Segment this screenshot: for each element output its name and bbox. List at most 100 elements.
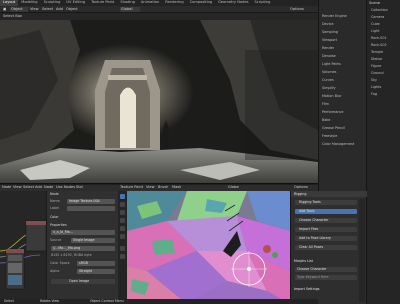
outliner-item[interactable]: Sky	[371, 78, 400, 83]
filepath-value: //...Ma..._Ma.png	[53, 246, 81, 250]
node-add-menu[interactable]: Add	[35, 185, 42, 190]
draw-tool-icon[interactable]	[120, 194, 125, 199]
select-menu[interactable]: Select	[42, 7, 53, 12]
view-menu[interactable]: View	[30, 7, 39, 12]
npanel-button-label: Import Files	[299, 227, 319, 231]
paint-options-menu[interactable]: Options	[294, 185, 308, 190]
properties-section[interactable]: Properties	[50, 223, 67, 228]
viewport-tool-header: Select Box	[0, 13, 318, 20]
import-settings-section[interactable]: Import Settings	[294, 287, 320, 292]
outliner-item[interactable]: Figure	[371, 64, 400, 69]
outliner-item[interactable]: Collection	[371, 8, 400, 13]
outliner-item[interactable]: Rock.002	[371, 43, 400, 48]
properties-section[interactable]: Film	[322, 102, 366, 107]
node-sidebar: Node Name Image Texture.004 Label Color …	[46, 191, 118, 304]
source-label: Source	[50, 238, 62, 242]
options-menu[interactable]: Options	[290, 7, 304, 12]
outliner-title: Scene	[369, 1, 380, 5]
node-graph	[0, 191, 47, 304]
clone-tool-icon[interactable]	[120, 218, 125, 223]
node-section-title: Node	[50, 192, 59, 196]
properties-section[interactable]: Sampling	[322, 30, 366, 35]
outliner-item[interactable]: Ground	[371, 71, 400, 76]
smear-tool-icon[interactable]	[120, 210, 125, 215]
mask-tool-icon[interactable]	[120, 234, 125, 239]
node-canvas[interactable]	[0, 191, 47, 304]
outliner-item[interactable]: Lights	[371, 85, 400, 90]
properties-section[interactable]: Device	[322, 22, 366, 27]
morphs-list-section[interactable]: Morphs List	[294, 259, 313, 264]
mode-select[interactable]: Object	[10, 7, 28, 12]
properties-section[interactable]: Simplify	[322, 86, 366, 91]
keyword-placeholder: Type Keyword Here	[297, 275, 329, 279]
color-space-label: Color Space	[50, 261, 70, 265]
alpha-label: Alpha	[50, 269, 60, 273]
use-nodes-toggle[interactable]: Use Nodes	[56, 185, 75, 190]
paint-mask-menu[interactable]: Mask	[172, 185, 181, 190]
choose-character-value: Choose Character	[297, 267, 327, 271]
name-label: Name	[50, 199, 60, 203]
select-box-tool[interactable]: Select Box	[3, 14, 22, 19]
3d-viewport[interactable]	[0, 20, 318, 183]
properties-section[interactable]: Color Management	[322, 142, 366, 147]
outliner-item[interactable]: Cube	[371, 22, 400, 27]
properties-section[interactable]: Bake	[322, 118, 366, 123]
n-sidebar-panel: Rigging Rigging Tools Add Tools Choose Cha…	[290, 191, 367, 304]
image-value: v_a_bl_Ma...	[53, 230, 73, 234]
outliner-item[interactable]: Rock.001	[371, 36, 400, 41]
properties-section[interactable]: Render	[322, 46, 366, 51]
properties-section[interactable]: Viewport	[322, 38, 366, 43]
npanel-button-label: Choose Character	[299, 218, 329, 222]
status-bar: Select Rotate View Object Context Menu	[0, 299, 318, 304]
outliner-item[interactable]: Camera	[371, 15, 400, 20]
node-label-field[interactable]	[67, 206, 115, 211]
npanel-button-label: Add Tools	[299, 209, 315, 213]
node-menu[interactable]: Node	[2, 185, 11, 190]
outliner: Scene Collection Camera Cube Light Rock.001 R…	[366, 0, 400, 304]
npanel-title: Rigging	[294, 192, 307, 196]
properties-section[interactable]: Volumes	[322, 70, 366, 75]
texture-paint-viewport[interactable]	[127, 191, 290, 304]
paint-transform-select[interactable]: Global	[228, 185, 239, 190]
measure-tool-icon[interactable]	[120, 254, 125, 259]
paint-canvas	[127, 191, 290, 304]
add-menu[interactable]: Add	[56, 7, 63, 12]
properties-section[interactable]: Render Engine	[322, 14, 366, 19]
properties-section[interactable]: Performance	[322, 110, 366, 115]
color-space-value: sRGB	[79, 261, 88, 265]
render-preview	[0, 20, 318, 183]
source-value: Single Image	[73, 238, 95, 242]
npanel-button-label: Rigging Tools	[299, 200, 321, 204]
outliner-item[interactable]: Light	[371, 29, 400, 34]
node-select-menu[interactable]: Select	[23, 185, 34, 190]
open-image-label: Open Image	[69, 279, 90, 283]
properties-section[interactable]: Grease Pencil	[322, 126, 366, 131]
npanel-vertical-tabs	[359, 199, 365, 302]
properties-section[interactable]: Denoise	[322, 54, 366, 59]
transform-orientation-select[interactable]: Global	[120, 7, 140, 12]
outliner-item[interactable]: Temple	[371, 50, 400, 55]
properties-section[interactable]: Motion Blur	[322, 94, 366, 99]
node-node-menu[interactable]: Node	[44, 185, 53, 190]
paint-brush-menu[interactable]: Brush	[158, 185, 168, 190]
resolution-info: 8192 x 8192, RGBA byte	[51, 253, 92, 257]
tool-shelf	[118, 191, 127, 304]
outliner-item[interactable]: Fog	[371, 92, 400, 97]
node-name-value: Image Texture.004	[69, 199, 100, 203]
properties-section[interactable]: Light Paths	[322, 62, 366, 67]
annotate-tool-icon[interactable]	[120, 246, 125, 251]
object-menu[interactable]: Object	[66, 7, 78, 12]
paint-view-menu[interactable]: View	[146, 185, 155, 190]
soften-tool-icon[interactable]	[120, 202, 125, 207]
paint-mode-select[interactable]: Texture Paint	[120, 185, 143, 190]
fill-tool-icon[interactable]	[120, 226, 125, 231]
label-label: Label	[50, 206, 59, 210]
properties-section[interactable]: Freestyle	[322, 134, 366, 139]
properties-section[interactable]: Curves	[322, 78, 366, 83]
node-view-menu[interactable]: View	[13, 185, 22, 190]
slot-select[interactable]: Slot	[76, 185, 83, 190]
outliner-item[interactable]: Statue	[371, 57, 400, 62]
npanel-button-label: Add to Pose Library	[299, 236, 331, 240]
color-section[interactable]: Color	[50, 215, 59, 220]
editor-type-icon[interactable]: ▣	[3, 7, 6, 12]
